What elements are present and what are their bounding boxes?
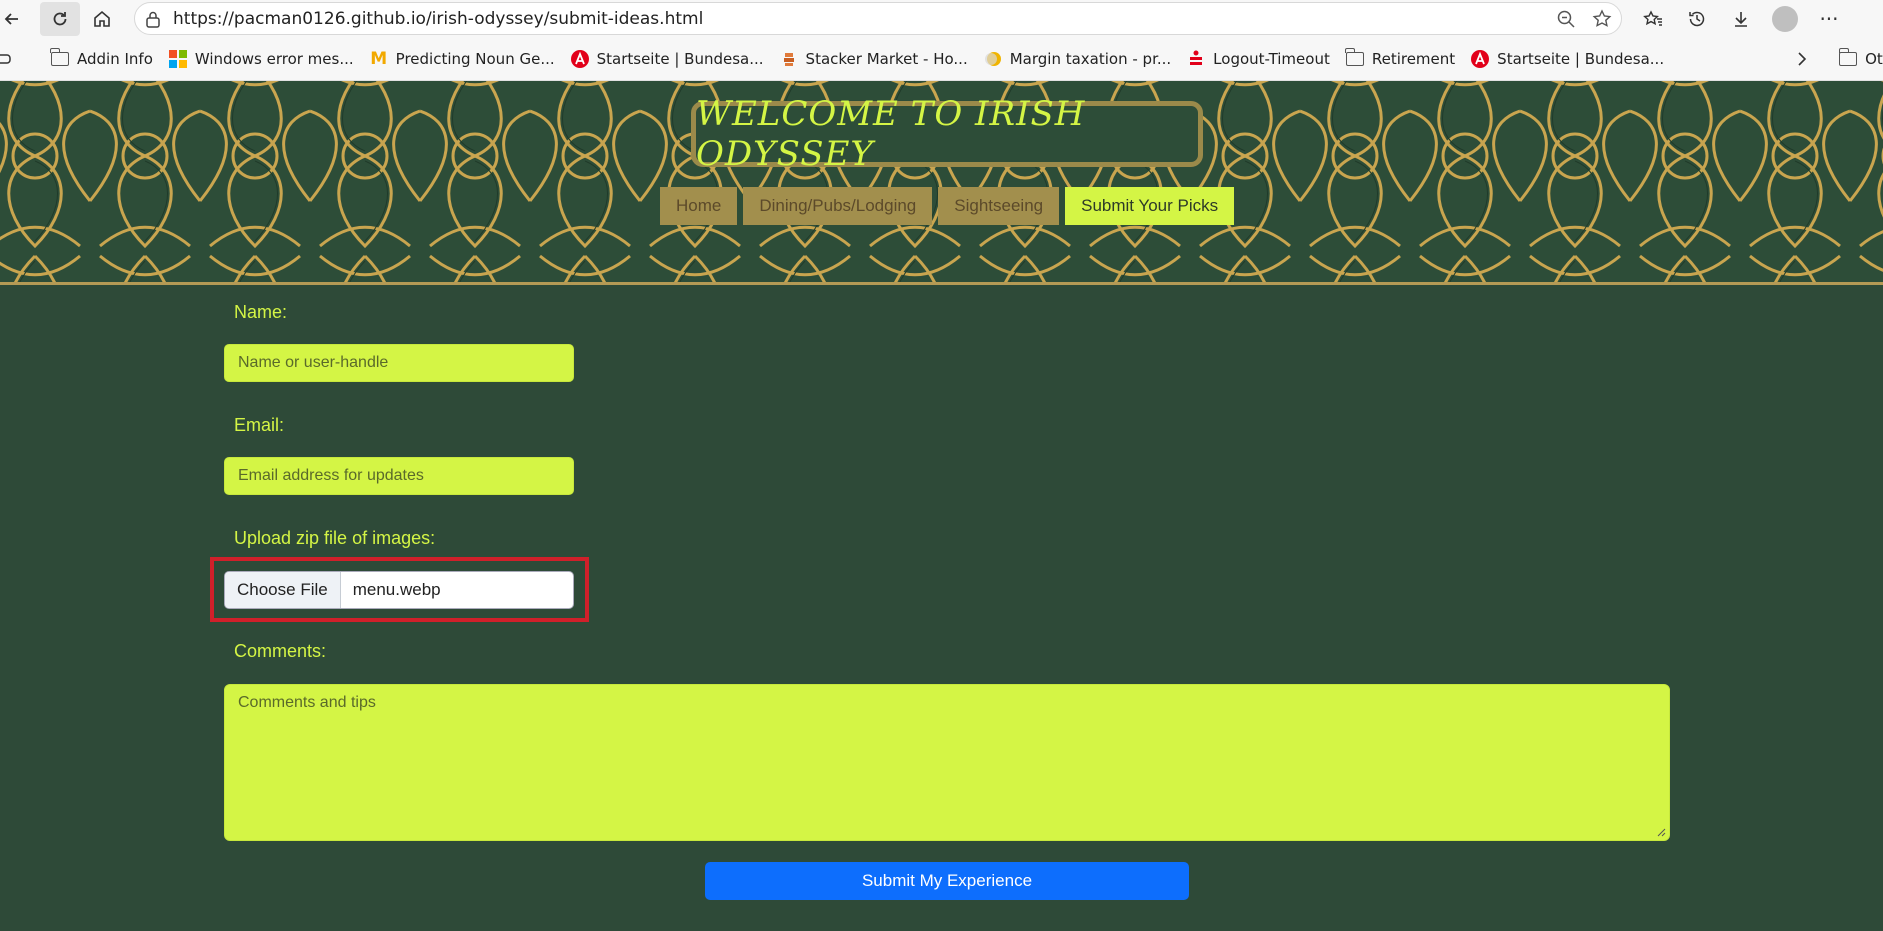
submit-button[interactable]: Submit My Experience (705, 862, 1189, 900)
bookmark-label: Logout-Timeout (1213, 49, 1330, 68)
site-title: WELCOME TO IRISH ODYSSEY (696, 94, 1086, 174)
bookmark-item[interactable]: M Predicting Noun Ge... (369, 48, 555, 69)
more-menu-icon[interactable]: ··· (1812, 2, 1846, 36)
bookmark-label: Stacker Market - Ho... (805, 49, 968, 68)
bookmark-label: Retirement (1371, 49, 1456, 68)
bookmark-label: Margin taxation - pr... (1009, 49, 1172, 68)
refresh-icon[interactable] (40, 1, 80, 36)
nav-home[interactable]: Home (660, 187, 738, 225)
comments-placeholder: Comments and tips (238, 694, 376, 711)
comments-label: Comments: (234, 641, 327, 661)
history-icon[interactable] (1680, 2, 1714, 36)
site-nav: Home Dining/Pubs/Lodging Sightseeing Sub… (660, 187, 1235, 225)
back-icon[interactable] (0, 0, 24, 37)
profile-avatar-icon[interactable] (1768, 2, 1802, 36)
comments-textarea[interactable]: Comments and tips (224, 684, 1670, 841)
sparkasse-icon (1186, 50, 1206, 68)
other-favorites[interactable]: Other favorite (1838, 47, 1883, 68)
nav-dining[interactable]: Dining/Pubs/Lodging (743, 187, 933, 225)
chevron-right-icon[interactable] (1796, 51, 1808, 67)
address-bar[interactable]: https://pacman0126.github.io/irish-odyss… (134, 2, 1622, 35)
upload-label: Upload zip file of images: (234, 528, 436, 548)
other-favorites-label: Other favorite (1865, 49, 1883, 68)
nav-submit-picks[interactable]: Submit Your Picks (1065, 187, 1235, 225)
bookmark-item[interactable]: Addin Info (50, 47, 153, 68)
site-header: WELCOME TO IRISH ODYSSEY Home Dining/Pub… (0, 81, 1883, 285)
choose-file-button[interactable]: Choose File (225, 572, 341, 608)
site-title-box: WELCOME TO IRISH ODYSSEY (691, 94, 1203, 174)
favorites-icon[interactable] (1636, 2, 1670, 36)
bookmark-item[interactable]: Margin taxation - pr... (983, 50, 1171, 68)
lock-icon[interactable] (145, 10, 161, 28)
favorite-star-icon[interactable] (1591, 8, 1613, 30)
selected-file-name: menu.webp (352, 580, 441, 599)
bookmark-item[interactable]: Startseite | Bundesa... (1470, 49, 1665, 68)
url-text[interactable]: https://pacman0126.github.io/irish-odyss… (173, 9, 703, 29)
email-field[interactable]: Email address for updates (224, 457, 574, 495)
folder-icon (1838, 47, 1858, 68)
download-icon[interactable] (1724, 2, 1758, 36)
email-label: Email: (234, 415, 285, 435)
resize-handle-icon[interactable] (1656, 827, 1666, 837)
browser-toolbar: https://pacman0126.github.io/irish-odyss… (0, 0, 1883, 37)
bookmark-label: Windows error mes... (194, 49, 354, 68)
bookmark-item[interactable]: Startseite | Bundesa... (570, 49, 764, 68)
m-logo-icon: M (370, 48, 388, 69)
red-a-logo-icon (570, 49, 590, 68)
yellow-circle-icon (983, 50, 1003, 68)
bookmark-item[interactable]: Stacker Market - Ho... (779, 50, 968, 68)
bookmark-label: Startseite | Bundesa... (1497, 49, 1665, 68)
windows-logo-icon (168, 49, 188, 68)
bookmark-item[interactable]: Logout-Timeout (1186, 50, 1330, 68)
name-label: Name: (234, 302, 288, 322)
name-field[interactable]: Name or user-handle (224, 344, 574, 382)
folder-icon (1345, 47, 1365, 68)
zoom-out-icon[interactable] (1555, 8, 1577, 30)
stacker-icon (779, 50, 799, 68)
bookmark-label: Startseite | Bundesa... (596, 49, 764, 68)
folder-icon (50, 47, 70, 68)
red-a-logo-icon (1470, 49, 1490, 68)
nav-sightseeing[interactable]: Sightseeing (938, 187, 1060, 225)
bookmark-item[interactable]: Retirement (1345, 47, 1456, 68)
file-upload-input[interactable]: Choose File menu.webp (224, 571, 574, 609)
home-icon[interactable] (82, 0, 122, 37)
bookmark-label: Predicting Noun Ge... (395, 49, 555, 68)
bookmark-label: Addin Info (77, 49, 153, 68)
reading-list-icon[interactable] (0, 52, 14, 66)
bookmark-item[interactable]: Windows error mes... (168, 49, 354, 68)
bookmarks-bar: Addin Info Windows error mes... M Predic… (0, 37, 1883, 81)
